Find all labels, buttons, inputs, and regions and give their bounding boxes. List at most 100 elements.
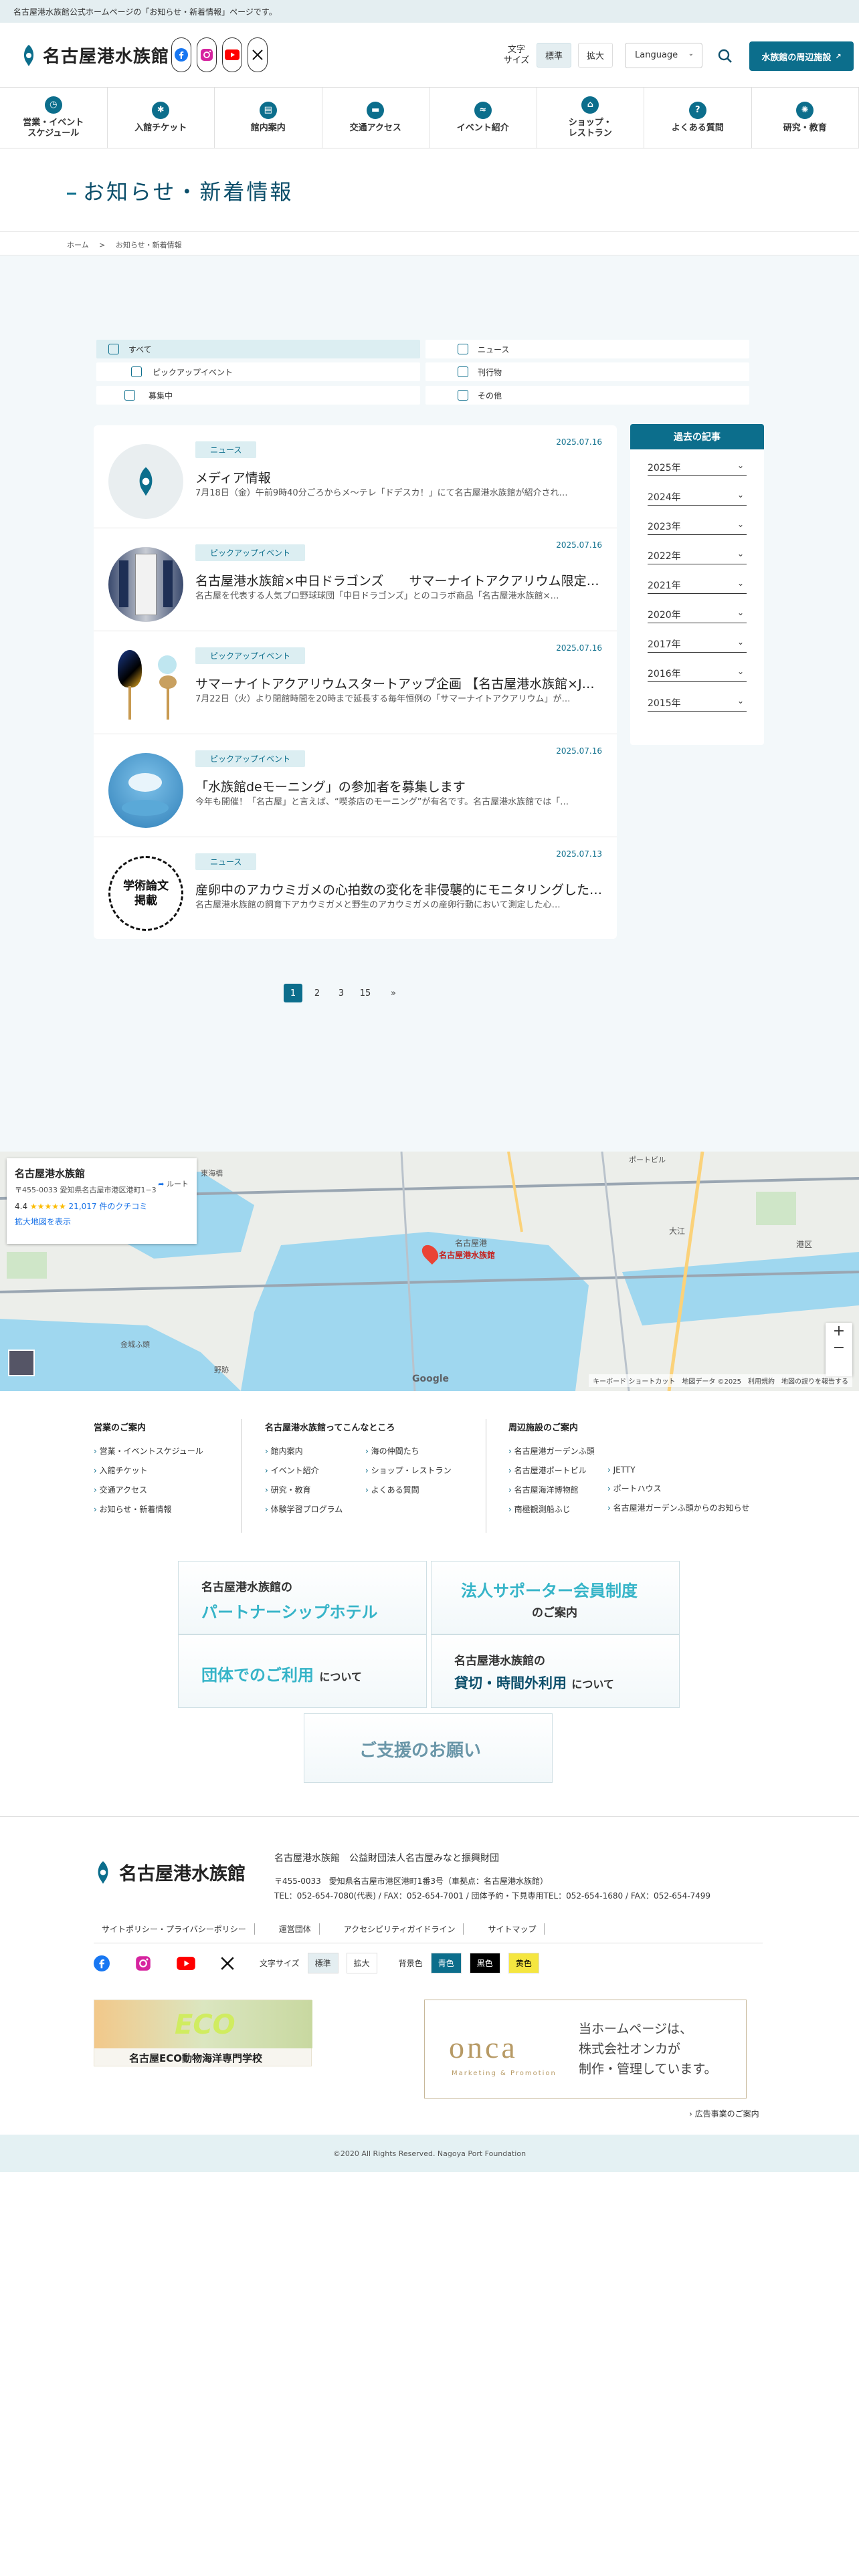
footer-policy-links: サイトポリシー・プライバシーポリシー 運営団体 アクセシビリティガイドライン サ…: [94, 1923, 763, 1943]
article-item[interactable]: 学術論文 掲載 2025.07.13 ニュース 産卵中のアカウミガメの心拍数の変…: [94, 837, 617, 940]
nearby-facilities-button[interactable]: 水族館の周辺施設 ↗: [749, 41, 854, 71]
category-recruiting[interactable]: 募集中: [96, 386, 420, 405]
footer-font-standard-button[interactable]: 標準: [307, 1953, 339, 1973]
gnav-item[interactable]: ◷ 営業・イベント スケジュール: [0, 88, 108, 148]
map-route-label: ルート: [167, 1180, 189, 1188]
zoom-in-button[interactable]: +: [826, 1323, 852, 1339]
banner-group-use[interactable]: 団体でのご利用 について: [178, 1634, 427, 1708]
facebook-icon[interactable]: [94, 1955, 110, 1971]
article-item[interactable]: 2025.07.16 ピックアップイベント サマーナイトアクアリウムスタートアッ…: [94, 631, 617, 734]
footer-policy-link[interactable]: 運営団体: [271, 1923, 320, 1935]
footer-link[interactable]: 営業・イベントスケジュール: [94, 1445, 203, 1457]
page-1[interactable]: 1: [284, 984, 302, 1002]
archive-year-select[interactable]: 2015年 ⌄: [648, 693, 747, 712]
youtube-link[interactable]: [222, 37, 242, 72]
article-item[interactable]: 2025.07.16 ピックアップイベント 名古屋港水族館×中日ドラゴンズ サマ…: [94, 528, 617, 631]
article-title[interactable]: 産卵中のアカウミガメの心拍数の変化を非侵襲的にモニタリングした…: [195, 880, 603, 898]
banner-corporate-supporter[interactable]: 法人サポーター会員制度 のご案内: [431, 1561, 680, 1634]
breadcrumb-home[interactable]: ホーム: [67, 241, 89, 249]
font-large-button[interactable]: 拡大: [578, 43, 613, 68]
article-title[interactable]: サマーナイトアクアリウムスタートアップ企画 【名古屋港水族館×J…: [195, 674, 603, 692]
footer-link[interactable]: お知らせ・新着情報: [94, 1503, 203, 1515]
category-pickup-event[interactable]: ピックアップイベント: [96, 362, 420, 381]
article-item[interactable]: 2025.07.16 ニュース メディア情報 7月18日（金）午前9時40分ごろ…: [94, 425, 617, 528]
footer-link[interactable]: イベント紹介: [265, 1465, 365, 1476]
footer-font-large-button[interactable]: 拡大: [346, 1953, 377, 1973]
footer-link[interactable]: 南極観測船ふじ: [508, 1503, 607, 1515]
archive-year-select[interactable]: 2016年 ⌄: [648, 663, 747, 682]
footer-link[interactable]: 入館チケット: [94, 1465, 203, 1476]
page-3[interactable]: 3: [332, 984, 351, 1002]
x-icon[interactable]: [221, 1956, 234, 1970]
footer-logo[interactable]: 名古屋港水族館: [94, 1859, 246, 1885]
archive-year-select[interactable]: 2022年 ⌄: [648, 546, 747, 564]
ad-guide-link[interactable]: › 広告事業のご案内: [689, 2108, 759, 2119]
gnav-item[interactable]: ▬ 交通アクセス: [322, 88, 430, 148]
footer-link[interactable]: 交通アクセス: [94, 1484, 203, 1495]
archive-year-select[interactable]: 2024年 ⌄: [648, 487, 747, 506]
gnav-item[interactable]: ✺ 研究・教育: [752, 88, 859, 148]
archive-year-select[interactable]: 2023年 ⌄: [648, 516, 747, 535]
font-standard-button[interactable]: 標準: [537, 43, 572, 68]
category-publications[interactable]: 刊行物: [425, 362, 749, 381]
facebook-link[interactable]: [171, 37, 191, 72]
page-last[interactable]: 15: [356, 984, 375, 1002]
map-enlarge-link[interactable]: 拡大地図を表示: [15, 1216, 189, 1227]
map-route-link[interactable]: ➦ ルート: [158, 1178, 189, 1189]
footer-link[interactable]: 名古屋海洋博物館: [508, 1484, 607, 1495]
gnav-item[interactable]: ✱ 入館チケット: [108, 88, 215, 148]
footer-link[interactable]: ポートハウス: [607, 1483, 749, 1494]
x-link[interactable]: [248, 37, 268, 72]
category-all[interactable]: すべて: [96, 340, 420, 358]
site-logo[interactable]: 名古屋港水族館: [20, 43, 169, 68]
gnav-item[interactable]: ⌂ ショップ・ レストラン: [537, 88, 644, 148]
footer-policy-link[interactable]: サイトマップ: [480, 1923, 545, 1935]
banner-support-request[interactable]: ご支援のお願い: [304, 1713, 553, 1783]
archive-year-label: 2022年: [648, 551, 681, 562]
next-page-button[interactable]: »: [380, 984, 407, 1002]
footer-policy-link[interactable]: アクセシビリティガイドライン: [336, 1923, 464, 1935]
bg-blue-button[interactable]: 青色: [430, 1953, 462, 1973]
instagram-icon[interactable]: [135, 1955, 151, 1971]
footer-link[interactable]: 館内案内: [265, 1445, 365, 1457]
footer-link[interactable]: 体験学習プログラム: [265, 1503, 365, 1515]
zoom-out-button[interactable]: −: [826, 1339, 852, 1356]
article-item[interactable]: 2025.07.16 ピックアップイベント 「水族館deモーニング」の参加者を募…: [94, 734, 617, 837]
youtube-icon[interactable]: [177, 1956, 195, 1970]
instagram-link[interactable]: [197, 37, 217, 72]
page-2[interactable]: 2: [308, 984, 326, 1002]
gnav-item[interactable]: ? よくある質問: [644, 88, 752, 148]
footer-link[interactable]: 名古屋港ポートビル: [508, 1465, 607, 1476]
gnav-item[interactable]: ≈ イベント紹介: [430, 88, 537, 148]
eco-school-ad[interactable]: ECO 名古屋ECO動物海洋専門学校: [94, 2000, 312, 2066]
archive-year-select[interactable]: 2017年 ⌄: [648, 634, 747, 653]
street-view-thumbnail[interactable]: [8, 1350, 35, 1376]
bg-yellow-button[interactable]: 黄色: [508, 1953, 539, 1973]
bg-black-button[interactable]: 黒色: [469, 1953, 500, 1973]
archive-year-select[interactable]: 2025年 ⌄: [648, 457, 747, 476]
gnav-item[interactable]: ▤ 館内案内: [215, 88, 322, 148]
footer-link[interactable]: ショップ・レストラン: [365, 1465, 452, 1476]
article-title[interactable]: 名古屋港水族館×中日ドラゴンズ サマーナイトアクアリウム限定…: [195, 571, 603, 589]
ad-eco-title: 名古屋ECO動物海洋専門学校: [129, 2052, 263, 2064]
google-map[interactable]: 名古屋港水族館 大江 名古屋港 港区 ポートビル 金城ふ頭 野跡 東海橋 名古屋…: [0, 1152, 859, 1391]
footer-policy-link[interactable]: サイトポリシー・プライバシーポリシー: [94, 1923, 255, 1935]
map-review-count[interactable]: 21,017 件のクチコミ: [69, 1202, 148, 1211]
footer-link[interactable]: 研究・教育: [265, 1484, 365, 1495]
category-other[interactable]: その他: [425, 386, 749, 405]
archive-year-select[interactable]: 2021年 ⌄: [648, 575, 747, 594]
banner-partner-hotel[interactable]: 名古屋港水族館の パートナーシップホテル: [178, 1561, 427, 1634]
banner-private-use[interactable]: 名古屋港水族館の 貸切・時間外利用 について: [431, 1634, 680, 1708]
footer-link[interactable]: 名古屋港ガーデンふ頭: [508, 1445, 607, 1457]
article-title[interactable]: メディア情報: [195, 468, 603, 486]
language-select[interactable]: Language ⌄: [625, 43, 702, 68]
footer-link[interactable]: よくある質問: [365, 1484, 452, 1495]
footer-link[interactable]: 海の仲間たち: [365, 1445, 452, 1457]
article-title[interactable]: 「水族館deモーニング」の参加者を募集します: [195, 777, 603, 795]
category-news[interactable]: ニュース: [425, 340, 749, 358]
onca-ad[interactable]: onca Marketing & Promotion 当ホームページは、 株式会…: [424, 2000, 747, 2099]
archive-year-select[interactable]: 2020年 ⌄: [648, 605, 747, 623]
search-button[interactable]: [712, 43, 739, 70]
footer-link[interactable]: 名古屋港ガーデンふ頭からのお知らせ: [607, 1502, 750, 1513]
footer-link[interactable]: JETTY: [607, 1465, 749, 1475]
